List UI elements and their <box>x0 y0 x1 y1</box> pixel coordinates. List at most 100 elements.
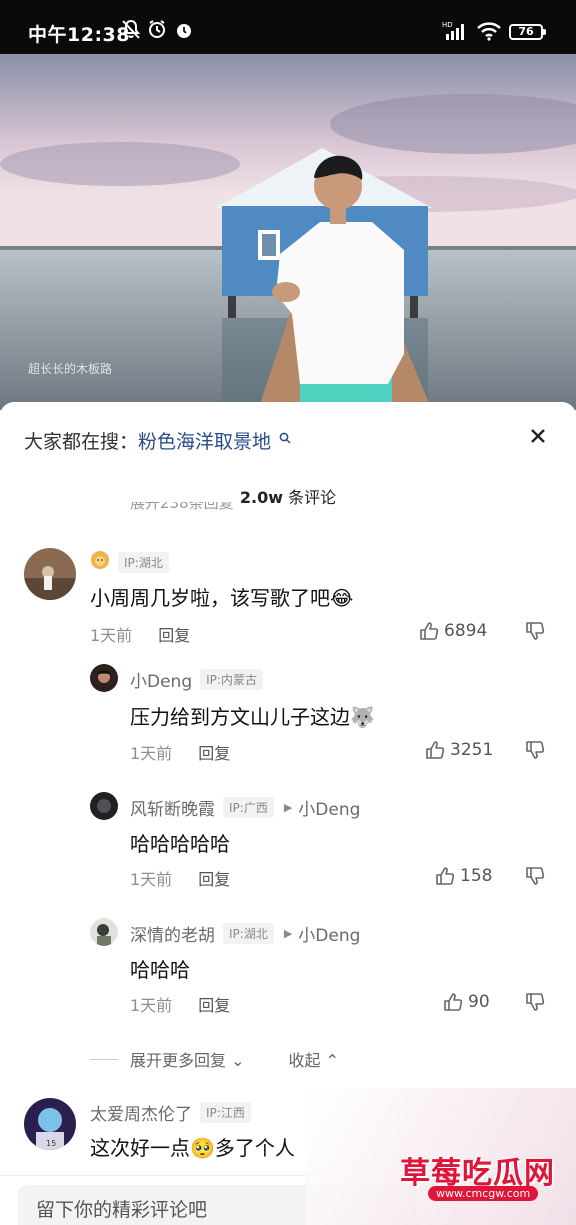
reply-footer: 1天前 回复 <box>130 992 230 1016</box>
pleading-emoji-icon: 🥺 <box>190 1136 215 1160</box>
watermark-url: www.cmcgw.com <box>428 1186 539 1201</box>
reply-button[interactable]: 回复 <box>198 744 230 763</box>
reply-to-username[interactable]: 小Deng <box>298 921 360 946</box>
alarm-icon <box>146 18 168 44</box>
thumbs-up-icon <box>420 622 439 640</box>
username[interactable]: 小Deng <box>130 667 192 692</box>
reply-footer: 1天前 回复 <box>130 740 230 764</box>
video-player[interactable]: 超长长的木板路 <box>0 54 576 410</box>
battery-indicator: 76 <box>509 24 546 40</box>
reply-time: 1天前 <box>130 870 173 889</box>
comment-text: 小周周几岁啦，该写歌了吧😂 <box>90 582 353 611</box>
like-button[interactable]: 90 <box>442 991 490 1013</box>
comment-count: 2.0w 条评论 <box>0 484 576 508</box>
reply-text: 哈哈哈哈哈 <box>130 832 230 856</box>
wifi-icon <box>476 21 502 45</box>
collapse-label: 收起 <box>288 1051 321 1070</box>
close-button[interactable] <box>522 420 554 452</box>
reply-button[interactable]: 回复 <box>198 996 230 1015</box>
like-button[interactable]: 158 <box>434 865 492 887</box>
comment-footer: 1天前 回复 <box>90 622 190 646</box>
divider <box>90 1058 118 1060</box>
like-count: 90 <box>468 992 490 1012</box>
comment-time: 1天前 <box>90 626 133 645</box>
reply-to-arrow-icon: ▶ <box>283 801 293 814</box>
video-frame <box>0 54 576 410</box>
search-suggestion[interactable]: 大家都在搜：粉色海洋取景地 <box>24 427 291 454</box>
ip-location-tag: IP:江西 <box>200 1102 251 1123</box>
username[interactable]: 太爱周杰伦了 <box>90 1100 192 1125</box>
watermark-overlay: 草莓吃瓜网 www.cmcgw.com <box>306 1088 576 1225</box>
lion-badge-icon <box>90 550 110 574</box>
comment-text: 这次好一点🥺多了个人 <box>90 1132 295 1161</box>
avatar[interactable] <box>90 918 118 946</box>
reply-expander: 展开更多回复 ⌄ 收起 ⌃ <box>90 1047 339 1071</box>
like-count: 158 <box>460 866 493 886</box>
like-button[interactable]: 3251 <box>424 739 493 761</box>
comment-text-part: 多了个人 <box>214 1136 295 1160</box>
thumbs-up-icon <box>426 741 445 759</box>
reply-meta: 小Deng IP:内蒙古 <box>130 667 263 692</box>
signal-icon: HD <box>442 20 470 46</box>
like-count: 6894 <box>444 621 488 641</box>
wolf-emoji-icon: 🐺 <box>350 705 375 729</box>
comment-text-body: 小周周几岁啦，该写歌了吧 <box>90 586 330 610</box>
reply-text: 压力给到方文山儿子这边🐺 <box>130 701 375 730</box>
ip-location-tag: IP:湖北 <box>118 551 169 573</box>
mute-bell-icon <box>120 18 142 44</box>
thumbs-down-icon <box>526 993 545 1011</box>
dislike-button[interactable] <box>524 739 546 765</box>
expand-more-replies-button[interactable]: 展开更多回复 ⌄ <box>130 1047 245 1071</box>
reply-to-arrow-icon: ▶ <box>283 927 293 940</box>
username[interactable]: 风斩断晚霞 <box>130 795 215 820</box>
search-term-link[interactable]: 粉色海洋取景地 <box>138 431 271 453</box>
dislike-button[interactable] <box>524 991 546 1017</box>
laughing-emoji-icon: 😂 <box>330 586 354 610</box>
dislike-button[interactable] <box>524 865 546 891</box>
comment-text-part: 这次好一点 <box>90 1136 190 1160</box>
avatar[interactable] <box>24 548 76 600</box>
thumbs-down-icon <box>526 867 545 885</box>
status-bar: 中午12:38 HD 76 <box>0 0 576 54</box>
status-time: 中午12:38 <box>28 24 130 46</box>
comment-meta: IP:湖北 <box>90 550 169 574</box>
reply-time: 1天前 <box>130 744 173 763</box>
like-button[interactable]: 6894 <box>418 620 487 642</box>
comment-count-value: 2.0w <box>239 488 284 507</box>
thumbs-up-icon <box>436 867 455 885</box>
ip-location-tag: IP:内蒙古 <box>200 669 263 690</box>
reply-meta: 风斩断晚霞 IP:广西 ▶ 小Deng <box>130 795 360 820</box>
username[interactable]: 深情的老胡 <box>130 921 215 946</box>
svg-text:15: 15 <box>46 1139 56 1148</box>
thumbs-down-icon <box>526 622 545 640</box>
chevron-down-icon: ⌄ <box>231 1051 245 1070</box>
avatar[interactable]: 15 <box>24 1098 76 1150</box>
search-icon <box>279 427 291 449</box>
avatar[interactable] <box>90 664 118 692</box>
notification-dot-icon <box>176 23 192 43</box>
avatar[interactable] <box>90 792 118 820</box>
reply-text-body: 压力给到方文山儿子这边 <box>130 705 350 729</box>
reply-meta: 深情的老胡 IP:湖北 ▶ 小Deng <box>130 921 360 946</box>
video-caption: 超长长的木板路 <box>28 362 113 376</box>
collapse-replies-button[interactable]: 收起 ⌃ <box>289 1047 340 1071</box>
ip-location-tag: IP:广西 <box>223 797 274 818</box>
reply-footer: 1天前 回复 <box>130 866 230 890</box>
expand-more-label: 展开更多回复 <box>130 1051 227 1070</box>
chevron-up-icon: ⌃ <box>325 1051 340 1070</box>
comment-meta: 太爱周杰伦了 IP:江西 <box>90 1100 251 1125</box>
reply-text: 哈哈哈 <box>130 958 190 982</box>
network-type: HD <box>442 21 453 29</box>
thumbs-down-icon <box>526 741 545 759</box>
reply-time: 1天前 <box>130 996 173 1015</box>
like-count: 3251 <box>450 740 494 760</box>
reply-to-username[interactable]: 小Deng <box>298 795 360 820</box>
dislike-button[interactable] <box>524 620 546 646</box>
search-prefix: 大家都在搜： <box>24 431 139 453</box>
clipped-expand-text: 展开238条回复 <box>130 502 234 512</box>
reply-button[interactable]: 回复 <box>198 870 230 889</box>
reply-button[interactable]: 回复 <box>158 626 190 645</box>
ip-location-tag: IP:湖北 <box>223 923 274 944</box>
close-icon <box>531 429 545 443</box>
comment-count-unit: 条评论 <box>283 488 337 507</box>
